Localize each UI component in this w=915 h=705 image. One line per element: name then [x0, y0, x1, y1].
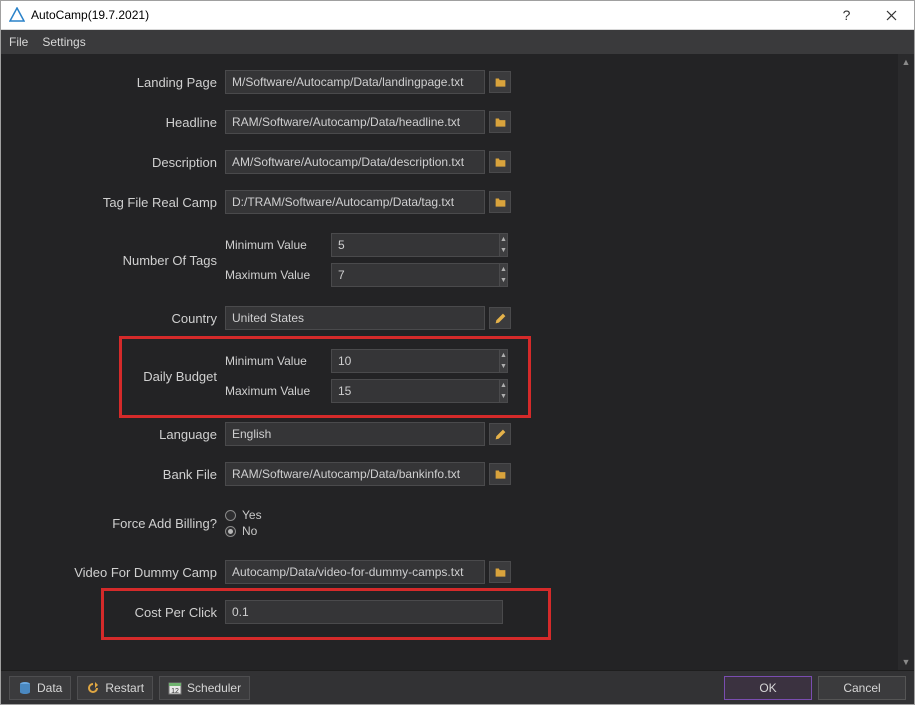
headline-browse-button[interactable] — [489, 111, 511, 133]
menu-bar: File Settings — [1, 30, 914, 54]
daily-budget-max-down[interactable]: ▼ — [500, 391, 507, 402]
bank-file-label: Bank File — [1, 467, 225, 482]
database-icon — [18, 681, 32, 695]
vertical-scrollbar[interactable]: ▲ ▼ — [898, 54, 914, 670]
content-area: Landing Page Headline — [1, 54, 914, 670]
video-dummy-browse-button[interactable] — [489, 561, 511, 583]
cancel-button-label: Cancel — [843, 681, 880, 695]
video-dummy-label: Video For Dummy Camp — [1, 565, 225, 580]
tag-file-input[interactable] — [225, 190, 485, 214]
form-area: Landing Page Headline — [1, 54, 898, 670]
scheduler-button[interactable]: 12 Scheduler — [159, 676, 250, 700]
bank-file-input[interactable] — [225, 462, 485, 486]
app-window: AutoCamp(19.7.2021) ? File Settings Land… — [0, 0, 915, 705]
data-button[interactable]: Data — [9, 676, 71, 700]
video-dummy-input[interactable] — [225, 560, 485, 584]
daily-budget-min-up[interactable]: ▲ — [500, 350, 507, 361]
window-title: AutoCamp(19.7.2021) — [31, 8, 824, 22]
headline-label: Headline — [1, 115, 225, 130]
landing-page-label: Landing Page — [1, 75, 225, 90]
num-tags-label: Number Of Tags — [1, 253, 225, 268]
app-icon — [9, 7, 25, 23]
language-label: Language — [1, 427, 225, 442]
restart-button[interactable]: Restart — [77, 676, 153, 700]
bank-file-browse-button[interactable] — [489, 463, 511, 485]
scrollbar-up-button[interactable]: ▲ — [898, 54, 914, 70]
billing-yes-radio[interactable] — [225, 510, 236, 521]
country-input[interactable] — [225, 306, 485, 330]
num-tags-max-up[interactable]: ▲ — [500, 264, 507, 275]
landing-page-browse-button[interactable] — [489, 71, 511, 93]
description-label: Description — [1, 155, 225, 170]
cpc-input[interactable] — [225, 600, 503, 624]
country-label: Country — [1, 311, 225, 326]
calendar-icon: 12 — [168, 681, 182, 695]
num-tags-min-up[interactable]: ▲ — [500, 234, 507, 245]
menu-file[interactable]: File — [9, 35, 28, 49]
close-button[interactable] — [869, 1, 914, 29]
tag-file-browse-button[interactable] — [489, 191, 511, 213]
num-tags-min-label: Minimum Value — [225, 238, 323, 252]
num-tags-min-down[interactable]: ▼ — [500, 245, 507, 256]
landing-page-input[interactable] — [225, 70, 485, 94]
force-add-billing-label: Force Add Billing? — [1, 516, 225, 531]
billing-no-label: No — [242, 524, 257, 538]
billing-no-radio[interactable] — [225, 526, 236, 537]
num-tags-max-label: Maximum Value — [225, 268, 323, 282]
cpc-row: Cost Per Click — [1, 598, 898, 626]
language-edit-button[interactable] — [489, 423, 511, 445]
headline-input[interactable] — [225, 110, 485, 134]
cpc-label: Cost Per Click — [1, 605, 225, 620]
restart-button-label: Restart — [105, 681, 144, 695]
num-tags-max-down[interactable]: ▼ — [500, 275, 507, 286]
daily-budget-label: Daily Budget — [1, 369, 225, 384]
svg-text:12: 12 — [171, 688, 179, 695]
daily-budget-min-input[interactable] — [331, 349, 500, 373]
num-tags-min-input[interactable] — [331, 233, 500, 257]
cancel-button[interactable]: Cancel — [818, 676, 906, 700]
daily-budget-row: Daily Budget Minimum Value ▲ ▼ — [1, 344, 898, 408]
daily-budget-min-down[interactable]: ▼ — [500, 361, 507, 372]
daily-budget-max-input[interactable] — [331, 379, 500, 403]
scrollbar-down-button[interactable]: ▼ — [898, 654, 914, 670]
title-bar: AutoCamp(19.7.2021) ? — [1, 1, 914, 30]
num-tags-max-input[interactable] — [331, 263, 500, 287]
scheduler-button-label: Scheduler — [187, 681, 241, 695]
tag-file-label: Tag File Real Camp — [1, 195, 225, 210]
description-browse-button[interactable] — [489, 151, 511, 173]
daily-budget-max-label: Maximum Value — [225, 384, 323, 398]
restart-icon — [86, 681, 100, 695]
country-edit-button[interactable] — [489, 307, 511, 329]
description-input[interactable] — [225, 150, 485, 174]
language-input[interactable] — [225, 422, 485, 446]
ok-button-label: OK — [759, 681, 776, 695]
footer-bar: Data Restart 12 Scheduler OK Cancel — [1, 670, 914, 704]
menu-settings[interactable]: Settings — [42, 35, 85, 49]
billing-yes-label: Yes — [242, 508, 262, 522]
daily-budget-max-up[interactable]: ▲ — [500, 380, 507, 391]
ok-button[interactable]: OK — [724, 676, 812, 700]
daily-budget-min-label: Minimum Value — [225, 354, 323, 368]
help-button[interactable]: ? — [824, 1, 869, 29]
data-button-label: Data — [37, 681, 62, 695]
